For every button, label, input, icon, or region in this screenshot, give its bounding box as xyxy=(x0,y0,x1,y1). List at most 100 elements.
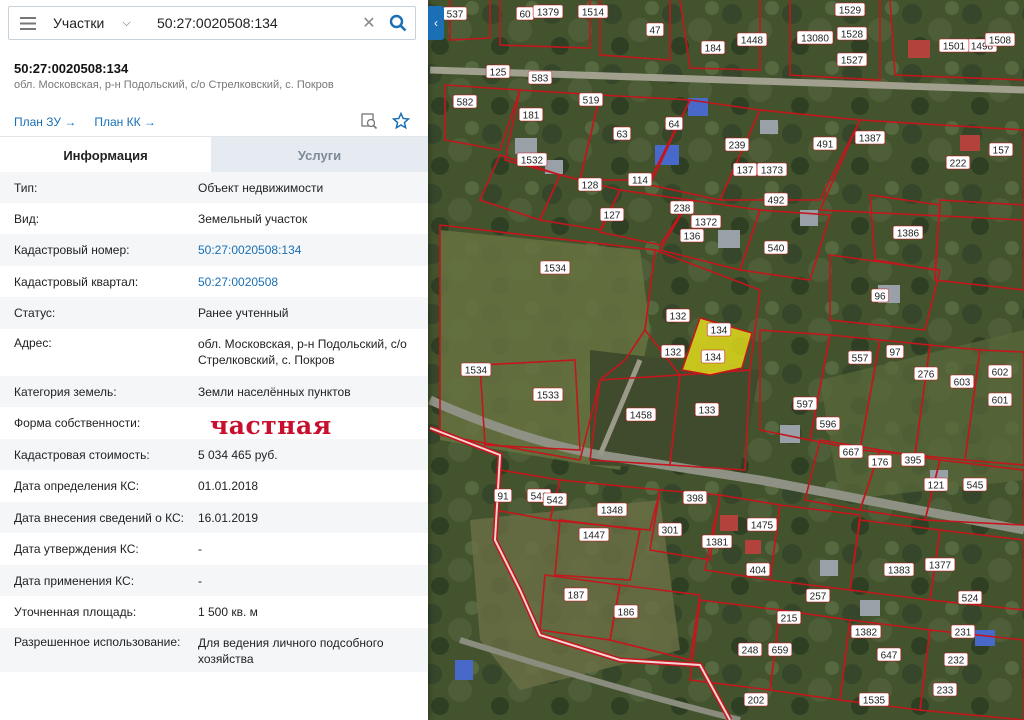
parcel-number-label[interactable]: 524 xyxy=(957,590,983,605)
parcel-number-label[interactable]: 542 xyxy=(542,492,568,507)
parcel-number-label[interactable]: 238 xyxy=(669,200,695,215)
parcel-number-label[interactable]: 1382 xyxy=(850,624,882,639)
parcel-number-label[interactable]: 202 xyxy=(743,692,769,707)
parcel-number-label[interactable]: 64 xyxy=(664,116,683,131)
parcel-number-text: 186 xyxy=(618,608,635,619)
parcel-number-label[interactable]: 1372 xyxy=(690,214,722,229)
parcel-number-label[interactable]: 1527 xyxy=(836,52,868,67)
parcel-number-label[interactable]: 1532 xyxy=(516,152,548,167)
parcel-number-label[interactable]: 215 xyxy=(776,610,802,625)
parcel-number-label[interactable]: 133 xyxy=(694,402,720,417)
parcel-number-label[interactable]: 519 xyxy=(578,92,604,107)
parcel-number-label[interactable]: 491 xyxy=(812,136,838,151)
parcel-number-label[interactable]: 157 xyxy=(988,142,1014,157)
parcel-number-label[interactable]: 222 xyxy=(945,155,971,170)
parcel-number-label[interactable]: 187 xyxy=(563,587,589,602)
parcel-number-label[interactable]: 1508 xyxy=(984,32,1016,47)
parcel-number-label[interactable]: 1377 xyxy=(924,557,956,572)
parcel-number-label[interactable]: 125 xyxy=(485,64,511,79)
layer-select[interactable]: Участки ⌵ xyxy=(47,15,153,31)
parcel-number-label[interactable]: 91 xyxy=(493,488,512,503)
parcel-number-label[interactable]: 1534 xyxy=(539,260,571,275)
parcel-number-label[interactable]: 1514 xyxy=(577,4,609,19)
parcel-number-label[interactable]: 1458 xyxy=(625,407,657,422)
parcel-number-label[interactable]: 134 xyxy=(706,322,732,337)
parcel-number-label[interactable]: 184 xyxy=(700,40,726,55)
parcel-number-label[interactable]: 301 xyxy=(657,522,683,537)
parcel-number-label[interactable]: 128 xyxy=(577,177,603,192)
parcel-number-label[interactable]: 97 xyxy=(885,344,904,359)
parcel-number-label[interactable]: 1386 xyxy=(892,225,924,240)
parcel-number-label[interactable]: 136 xyxy=(679,228,705,243)
parcel-number-label[interactable]: 137 xyxy=(732,162,758,177)
parcel-number-label[interactable]: 1529 xyxy=(834,2,866,17)
parcel-number-label[interactable]: 492 xyxy=(763,192,789,207)
parcel-number-label[interactable]: 181 xyxy=(518,107,544,122)
parcel-number-label[interactable]: 537 xyxy=(442,6,468,21)
parcel-number-label[interactable]: 248 xyxy=(737,642,763,657)
parcel-number-label[interactable]: 231 xyxy=(950,624,976,639)
menu-icon[interactable] xyxy=(9,7,47,39)
parcel-number-label[interactable]: 545 xyxy=(962,477,988,492)
parcel-number-label[interactable]: 667 xyxy=(838,444,864,459)
parcel-number-label[interactable]: 1379 xyxy=(532,4,564,19)
parcel-number-label[interactable]: 582 xyxy=(452,94,478,109)
parcel-number-label[interactable]: 1447 xyxy=(578,527,610,542)
parcel-number-label[interactable]: 1528 xyxy=(836,26,868,41)
parcel-number-label[interactable]: 63 xyxy=(612,126,631,141)
parcel-number-label[interactable]: 132 xyxy=(660,344,686,359)
search-input[interactable] xyxy=(153,9,357,37)
parcel-number-label[interactable]: 1387 xyxy=(854,130,886,145)
parcel-number-label[interactable]: 1501 xyxy=(938,38,970,53)
parcel-number-label[interactable]: 132 xyxy=(665,308,691,323)
parcel-number-label[interactable]: 47 xyxy=(645,22,664,37)
plan-zu-link[interactable]: План ЗУ → xyxy=(14,115,76,129)
parcel-number-label[interactable]: 557 xyxy=(847,350,873,365)
parcel-number-label[interactable]: 404 xyxy=(745,562,771,577)
parcel-number-label[interactable]: 60 xyxy=(515,6,534,21)
cadastral-number-link[interactable]: 50:27:0020508:134 xyxy=(198,242,428,258)
parcel-number-label[interactable]: 1381 xyxy=(701,534,733,549)
parcel-number-label[interactable]: 1533 xyxy=(532,387,564,402)
parcel-number-label[interactable]: 134 xyxy=(700,349,726,364)
parcel-number-label[interactable]: 597 xyxy=(792,396,818,411)
cadastral-quarter-link[interactable]: 50:27:0020508 xyxy=(198,274,428,290)
parcel-number-label[interactable]: 596 xyxy=(815,416,841,431)
parcel-number-label[interactable]: 233 xyxy=(932,682,958,697)
parcel-number-label[interactable]: 96 xyxy=(870,288,889,303)
zoom-to-icon[interactable] xyxy=(360,112,378,130)
parcel-number-label[interactable]: 603 xyxy=(949,374,975,389)
parcel-number-label[interactable]: 647 xyxy=(876,647,902,662)
parcel-number-label[interactable]: 395 xyxy=(900,452,926,467)
parcel-number-label[interactable]: 276 xyxy=(913,366,939,381)
parcel-number-label[interactable]: 601 xyxy=(987,392,1013,407)
search-button[interactable] xyxy=(381,7,415,39)
star-icon[interactable] xyxy=(392,112,410,130)
parcel-number-label[interactable]: 1535 xyxy=(858,692,890,707)
tab-information[interactable]: Информация xyxy=(0,137,211,173)
parcel-number-label[interactable]: 257 xyxy=(805,588,831,603)
clear-icon[interactable]: ✕ xyxy=(357,13,381,33)
parcel-number-label[interactable]: 1373 xyxy=(756,162,788,177)
parcel-number-label[interactable]: 114 xyxy=(627,172,653,187)
parcel-number-label[interactable]: 659 xyxy=(767,642,793,657)
parcel-number-label[interactable]: 127 xyxy=(599,207,625,222)
parcel-number-label[interactable]: 398 xyxy=(682,490,708,505)
collapse-panel-button[interactable]: ‹ xyxy=(428,6,444,40)
parcel-number-label[interactable]: 540 xyxy=(763,240,789,255)
parcel-number-label[interactable]: 13080 xyxy=(796,30,834,45)
parcel-number-label[interactable]: 1383 xyxy=(883,562,915,577)
parcel-number-label[interactable]: 1475 xyxy=(746,517,778,532)
parcel-number-label[interactable]: 1348 xyxy=(596,502,628,517)
parcel-number-label[interactable]: 176 xyxy=(867,454,893,469)
parcel-number-label[interactable]: 232 xyxy=(943,652,969,667)
parcel-number-label[interactable]: 239 xyxy=(724,137,750,152)
tab-services[interactable]: Услуги xyxy=(211,137,428,173)
parcel-number-label[interactable]: 1534 xyxy=(460,362,492,377)
parcel-number-label[interactable]: 121 xyxy=(923,477,949,492)
parcel-number-label[interactable]: 602 xyxy=(987,364,1013,379)
parcel-number-label[interactable]: 186 xyxy=(613,604,639,619)
plan-kk-link[interactable]: План КК → xyxy=(94,115,156,129)
parcel-number-label[interactable]: 583 xyxy=(527,70,553,85)
parcel-number-label[interactable]: 1448 xyxy=(736,32,768,47)
